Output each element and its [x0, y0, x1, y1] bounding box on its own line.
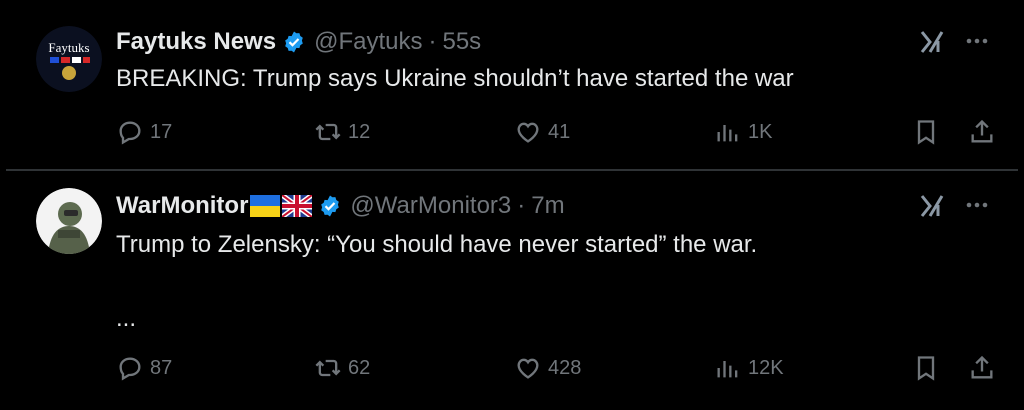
ukraine-flag-icon — [250, 195, 281, 217]
tweet-text-continuation: ... — [116, 305, 137, 332]
tweet-text: BREAKING: Trump says Ukraine shouldn’t h… — [116, 65, 794, 92]
like-button[interactable]: 41 — [514, 116, 570, 148]
views-count: 12K — [748, 356, 784, 379]
like-count: 428 — [548, 356, 582, 379]
like-button[interactable]: 428 — [514, 352, 581, 384]
repost-count: 62 — [348, 356, 371, 379]
bookmark-button[interactable] — [912, 116, 940, 148]
like-icon — [517, 122, 539, 143]
tweet-warmonitor[interactable]: WarMonitor @WarMonitor3 · 7m Trump to Ze… — [6, 172, 1018, 408]
reply-button[interactable]: 87 — [116, 352, 172, 384]
reply-count: 17 — [150, 120, 173, 143]
bookmark-button[interactable] — [912, 352, 940, 384]
reply-icon — [119, 121, 141, 145]
grok-icon[interactable] — [918, 192, 946, 220]
views-button[interactable]: 1K — [714, 116, 772, 148]
share-button[interactable] — [968, 352, 996, 384]
repost-count: 12 — [348, 120, 371, 143]
repost-icon — [315, 123, 341, 141]
tweet-header: Faytuks News @Faytuks · 55s — [116, 28, 481, 56]
views-count: 1K — [748, 120, 773, 143]
tweet-text: Trump to Zelensky: “You should have neve… — [116, 231, 758, 258]
avatar[interactable] — [36, 188, 102, 254]
like-icon — [517, 358, 539, 379]
handle[interactable]: @WarMonitor3 — [350, 192, 511, 220]
more-icon[interactable] — [964, 28, 990, 54]
verified-badge-icon — [321, 195, 340, 217]
reply-icon — [119, 357, 141, 381]
display-name[interactable]: WarMonitor — [116, 192, 248, 220]
bookmark-icon — [917, 120, 935, 145]
action-bar: 17 12 41 1K — [116, 116, 998, 148]
views-icon — [717, 125, 738, 142]
repost-button[interactable]: 62 — [314, 352, 370, 384]
share-icon — [971, 355, 993, 379]
repost-icon — [315, 359, 341, 377]
display-name[interactable]: Faytuks News — [116, 28, 276, 56]
action-bar: 87 62 428 12K — [116, 352, 998, 384]
separator-dot: · — [517, 192, 526, 219]
handle[interactable]: @Faytuks — [314, 28, 422, 56]
reply-button[interactable]: 17 — [116, 116, 172, 148]
verified-badge-icon — [285, 31, 303, 53]
like-count: 41 — [548, 120, 571, 143]
share-button[interactable] — [968, 116, 996, 148]
timestamp[interactable]: 7m — [531, 192, 564, 220]
tweet-header: WarMonitor @WarMonitor3 · 7m — [116, 192, 565, 220]
separator-dot: · — [428, 28, 437, 55]
bookmark-icon — [917, 356, 935, 381]
views-icon — [717, 361, 738, 378]
grok-icon[interactable] — [918, 28, 946, 56]
avatar-logo-text: Faytuks — [48, 40, 89, 55]
reply-count: 87 — [150, 356, 173, 379]
uk-flag-icon — [282, 195, 313, 217]
views-button[interactable]: 12K — [714, 352, 784, 384]
timestamp[interactable]: 55s — [442, 28, 481, 56]
divider — [6, 169, 1018, 171]
more-icon[interactable] — [964, 192, 990, 218]
avatar[interactable]: Faytuks — [36, 26, 102, 92]
repost-button[interactable]: 12 — [314, 116, 370, 148]
tweet-faytuks[interactable]: Faytuks Faytuks News @Faytuks · 55s BREA… — [6, 6, 1018, 166]
share-icon — [971, 119, 993, 143]
